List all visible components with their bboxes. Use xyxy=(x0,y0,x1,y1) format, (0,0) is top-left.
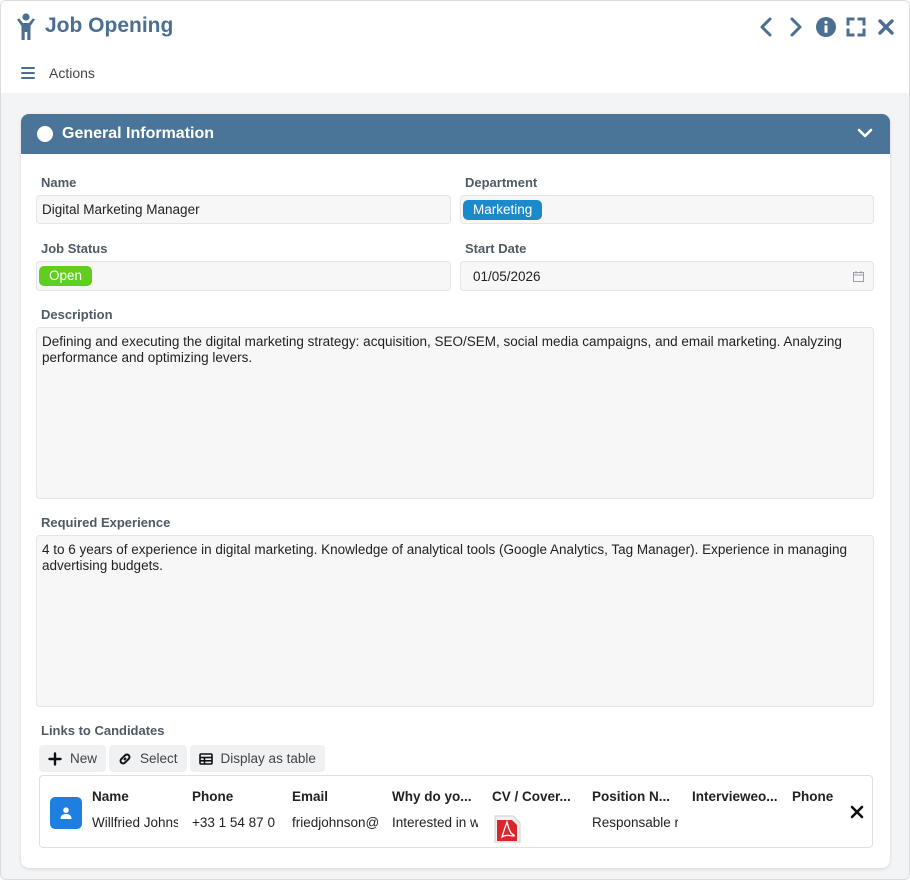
col-header-position: Position N... xyxy=(592,789,671,804)
window-title: Job Opening xyxy=(45,14,174,37)
chevron-down-icon[interactable] xyxy=(856,126,874,142)
col-header-cv: CV / Cover... xyxy=(492,789,571,804)
name-value: Digital Marketing Manager xyxy=(42,202,200,217)
job-status-field[interactable]: Open xyxy=(36,261,451,291)
calendar-icon[interactable] xyxy=(853,271,864,282)
fullscreen-button[interactable] xyxy=(845,15,867,39)
title-bar: Job Opening Actions xyxy=(1,1,909,93)
candidate-phone: +33 1 54 87 0 xyxy=(192,815,275,830)
fullscreen-icon xyxy=(846,17,866,37)
job-status-badge: Open xyxy=(39,266,93,286)
department-field[interactable]: Marketing xyxy=(460,195,874,224)
candidate-name: Willfried Johns xyxy=(92,815,178,830)
chevron-right-icon xyxy=(790,17,802,37)
description-field[interactable]: Defining and executing the digital marke… xyxy=(36,327,874,499)
next-record-button[interactable] xyxy=(785,15,807,39)
required-experience-label: Required Experience xyxy=(41,515,171,530)
candidate-position: Responsable r xyxy=(592,815,678,830)
name-label: Name xyxy=(41,175,77,190)
actions-menu[interactable]: Actions xyxy=(49,65,95,81)
link-icon xyxy=(119,753,131,764)
col-header-name: Name xyxy=(92,789,129,804)
info-icon xyxy=(816,17,836,37)
new-button-label: New xyxy=(70,751,98,766)
candidate-email: friedjohnson@ xyxy=(292,815,378,830)
links-to-candidates-label: Links to Candidates xyxy=(41,723,165,738)
select-button-label: Select xyxy=(140,751,178,766)
job-status-label: Job Status xyxy=(41,241,108,256)
candidate-card[interactable]: Name Phone Email Why do yo... CV / Cover… xyxy=(39,775,873,848)
department-label: Department xyxy=(465,175,538,190)
table-icon xyxy=(198,752,213,765)
close-icon xyxy=(878,19,894,35)
start-date-value: 01/05/2026 xyxy=(473,269,541,284)
info-button[interactable] xyxy=(815,15,837,39)
job-opening-window: Job Opening Actions General Information … xyxy=(0,0,910,880)
candidate-avatar[interactable] xyxy=(50,797,82,829)
plus-icon xyxy=(48,751,62,766)
remove-link-icon[interactable] xyxy=(850,805,864,819)
description-label: Description xyxy=(41,307,113,322)
select-candidate-button[interactable]: Select xyxy=(109,745,187,772)
close-window-button[interactable] xyxy=(875,15,897,39)
candidates-toolbar: New Select Display as table xyxy=(39,745,325,772)
department-badge: Marketing xyxy=(463,200,543,220)
pdf-icon[interactable] xyxy=(494,815,521,843)
new-candidate-button[interactable]: New xyxy=(39,745,107,772)
general-information-card: General Information Name Digital Marketi… xyxy=(21,114,890,868)
col-header-email: Email xyxy=(292,789,329,804)
section-dot-icon xyxy=(37,126,53,142)
name-field[interactable]: Digital Marketing Manager xyxy=(36,195,451,224)
col-header-phone: Phone xyxy=(192,789,234,804)
required-experience-value: 4 to 6 years of experience in digital ma… xyxy=(42,542,847,573)
display-table-label: Display as table xyxy=(220,751,316,766)
menu-icon[interactable] xyxy=(21,67,35,80)
description-value: Defining and executing the digital marke… xyxy=(42,334,842,365)
person-icon xyxy=(17,13,35,40)
user-icon xyxy=(60,807,72,819)
start-date-field[interactable]: 01/05/2026 xyxy=(460,261,874,291)
display-as-table-button[interactable]: Display as table xyxy=(189,745,325,772)
col-header-phone2: Phone xyxy=(792,789,834,804)
col-header-why: Why do yo... xyxy=(392,789,472,804)
chevron-left-icon xyxy=(760,17,772,37)
candidate-why: Interested in w xyxy=(392,815,478,830)
section-header[interactable]: General Information xyxy=(21,114,890,154)
col-header-interviewed: Intervieweo... xyxy=(692,789,778,804)
previous-record-button[interactable] xyxy=(755,15,777,39)
start-date-label: Start Date xyxy=(465,241,527,256)
required-experience-field[interactable]: 4 to 6 years of experience in digital ma… xyxy=(36,535,874,707)
section-title: General Information xyxy=(62,125,215,142)
